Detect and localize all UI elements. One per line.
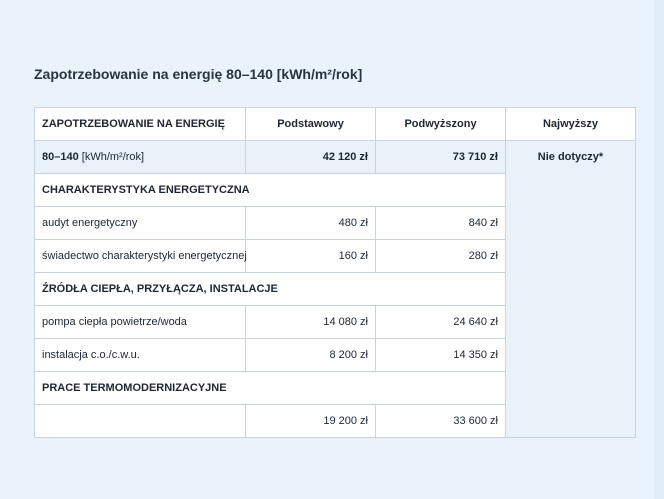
energy-cost-table: ZAPOTRZEBOWANIE NA ENERGIĘ Podstawowy Po…: [34, 107, 636, 438]
summary-highest: Nie dotyczy*: [505, 140, 636, 438]
header-energy-demand: ZAPOTRZEBOWANIE NA ENERGIĘ: [34, 107, 246, 141]
page-title: Zapotrzebowanie na energię 80–140 [kWh/m…: [34, 66, 363, 82]
row-basic: 19 200 zł: [245, 404, 376, 438]
summary-raised: 73 710 zł: [375, 140, 506, 174]
row-basic: 160 zł: [245, 239, 376, 273]
row-basic: 14 080 zł: [245, 305, 376, 339]
row-label: pompa ciepła powietrze/woda: [34, 305, 246, 339]
header-highest: Najwyższy: [505, 107, 636, 141]
section-title: PRACE TERMOMODERNIZACYJNE: [34, 371, 506, 405]
row-raised: 840 zł: [375, 206, 506, 240]
row-raised: 280 zł: [375, 239, 506, 273]
row-label: [34, 404, 246, 438]
summary-row: 80–140 [kWh/m²/rok] 42 120 zł 73 710 zł …: [34, 140, 636, 438]
header-basic: Podstawowy: [245, 107, 376, 141]
row-raised: 24 640 zł: [375, 305, 506, 339]
row-label: świadectwo charakterystyki energetycznej: [34, 239, 247, 273]
table-header-row: ZAPOTRZEBOWANIE NA ENERGIĘ Podstawowy Po…: [34, 107, 636, 141]
summary-label: 80–140 [kWh/m²/rok]: [34, 140, 246, 174]
row-basic: 8 200 zł: [245, 338, 376, 372]
row-label: instalacja c.o./c.w.u.: [34, 338, 246, 372]
scroll-edge: [654, 0, 664, 499]
summary-basic: 42 120 zł: [245, 140, 376, 174]
summary-range: 80–140: [42, 151, 79, 163]
row-basic: 480 zł: [245, 206, 376, 240]
row-raised: 14 350 zł: [375, 338, 506, 372]
row-raised: 33 600 zł: [375, 404, 506, 438]
summary-unit: [kWh/m²/rok]: [78, 151, 145, 163]
header-raised: Podwyższony: [375, 107, 506, 141]
row-label: audyt energetyczny: [34, 206, 246, 240]
section-title: CHARAKTERYSTYKA ENERGETYCZNA: [34, 173, 506, 207]
section-title: ŹRÓDŁA CIEPŁA, PRZYŁĄCZA, INSTALACJE: [34, 272, 506, 306]
